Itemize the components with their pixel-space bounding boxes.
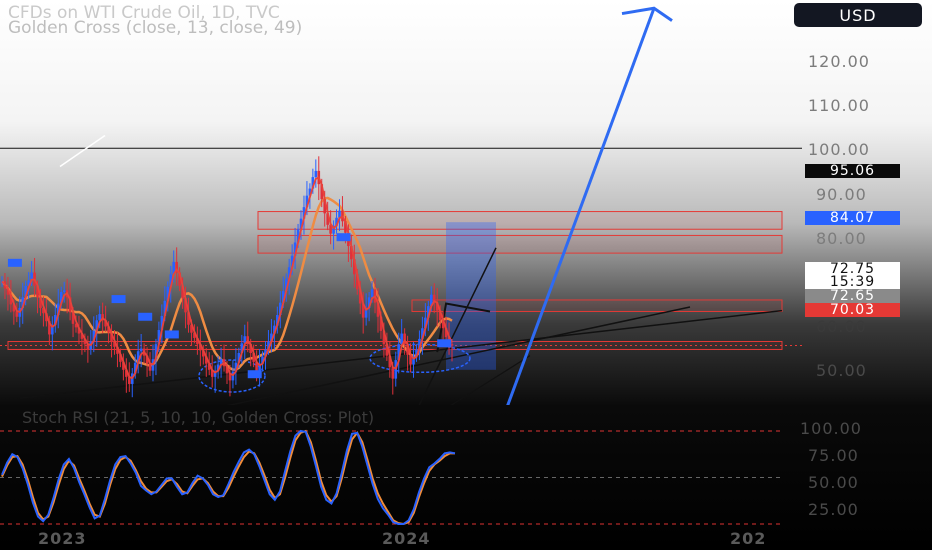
cross-marker: [111, 295, 126, 304]
y-tick-label: 80.00: [816, 229, 867, 248]
trendline: [19, 309, 783, 399]
stoch-tick-label: 25.00: [808, 500, 859, 519]
cross-marker: [336, 233, 351, 242]
candle-body: [148, 363, 152, 371]
price-badge-72-65: 72.65: [805, 288, 900, 304]
y-tick-label: 60.00: [816, 317, 867, 336]
y-tick-label: 50.00: [816, 361, 867, 380]
countdown-badge: 15:39: [805, 274, 900, 290]
x-tick-label-2024: 2024: [382, 529, 431, 548]
stoch-rsi-pane[interactable]: Stoch RSI (21, 5, 10, 10, Golden Cross: …: [0, 405, 932, 550]
cross-marker: [247, 370, 262, 379]
stoch-rsi-title: Stoch RSI (21, 5, 10, 10, Golden Cross: …: [22, 408, 375, 427]
stoch-tick-label: 100.00: [800, 419, 862, 438]
stoch-tick-label: 75.00: [808, 446, 859, 465]
y-tick-label: 110.00: [808, 96, 870, 115]
price-pane[interactable]: CFDs on WTI Crude Oil, 1D, TVC Golden Cr…: [0, 0, 932, 405]
cross-marker: [7, 258, 22, 267]
projection-arrowhead: [621, 6, 673, 22]
cross-marker: [138, 312, 153, 321]
candle-body: [62, 290, 66, 293]
x-tick-label-2023: 2023: [38, 529, 87, 548]
cross-marker: [437, 339, 452, 348]
indicator-title: Golden Cross (close, 13, close, 49): [8, 18, 303, 38]
y-tick-label: 100.00: [808, 140, 870, 159]
y-tick-label: 120.00: [808, 52, 870, 71]
candle-body: [139, 348, 143, 352]
candle-body: [391, 367, 395, 379]
price-badge-70: 70.03: [805, 302, 900, 318]
cross-marker: [164, 330, 179, 339]
x-tick-label-2025: 202: [730, 529, 767, 548]
currency-button[interactable]: USD: [794, 3, 922, 27]
candle-body: [15, 311, 19, 317]
price-badge-84: 84.07: [805, 210, 900, 226]
drawing-line: [59, 134, 106, 168]
candle-body: [314, 170, 318, 178]
stoch-tick-label: 50.00: [808, 473, 859, 492]
price-chart-svg[interactable]: [0, 0, 932, 405]
price-badge-95: 95.06: [805, 163, 900, 179]
y-tick-label: 90.00: [816, 185, 867, 204]
candle-body: [370, 289, 374, 298]
